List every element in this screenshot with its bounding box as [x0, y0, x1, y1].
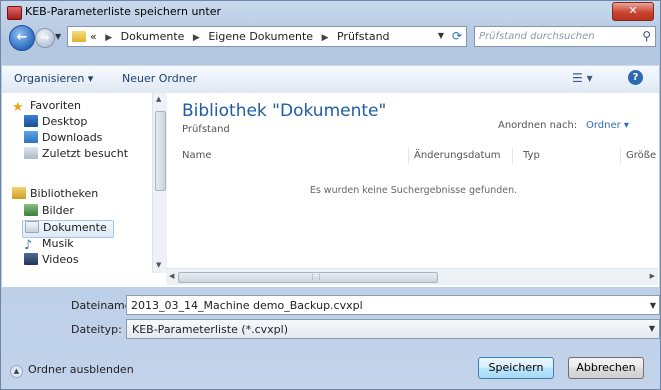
close-button[interactable]: ✕	[612, 2, 654, 21]
nav-item-desktop[interactable]: Desktop	[24, 115, 87, 131]
nav-label: Videos	[42, 253, 79, 266]
nav-item-music[interactable]: ♪ Musik	[24, 237, 74, 253]
nav-label: Musik	[42, 237, 74, 250]
search-icon[interactable]: ⚲	[642, 29, 651, 43]
nav-item-documents[interactable]: Dokumente	[22, 220, 114, 238]
title-bar: KEB-Parameterliste speichern unter ✕	[1, 1, 660, 23]
dialog-footer: ▲ Ordner ausblenden Speichern Abbrechen	[2, 347, 659, 389]
filename-label: Dateiname:	[71, 299, 136, 312]
filename-input[interactable]	[126, 295, 660, 315]
save-as-dialog: KEB-Parameterliste speichern unter ✕ ← →…	[0, 0, 661, 390]
scroll-thumb[interactable]: ⋮⋮	[178, 272, 438, 283]
horizontal-scrollbar[interactable]: ◀ ⋮⋮ ▶	[166, 268, 658, 285]
nav-item-favorites[interactable]: ★ Favoriten	[12, 99, 81, 115]
breadcrumb-separator-icon[interactable]: ▶	[105, 33, 112, 43]
column-header-size[interactable]: Größe	[626, 150, 656, 161]
filename-row: Dateiname: ▼	[1, 295, 661, 317]
library-subtitle: Prüfstand	[182, 124, 230, 135]
app-icon	[7, 6, 22, 20]
scroll-left-icon[interactable]: ◀	[169, 272, 174, 280]
folder-icon	[72, 31, 86, 42]
music-icon: ♪	[24, 238, 33, 253]
address-dropdown-icon[interactable]: ▼	[438, 31, 444, 40]
nav-item-pictures[interactable]: Bilder	[24, 204, 74, 220]
column-divider[interactable]	[408, 148, 409, 164]
hide-folders-toggle[interactable]: ▲ Ordner ausblenden	[10, 363, 134, 378]
scroll-up-icon[interactable]: ▲	[156, 95, 161, 103]
star-icon: ★	[12, 100, 24, 115]
nav-label: Downloads	[42, 131, 103, 144]
refresh-icon[interactable]: ⟳	[452, 29, 462, 43]
back-button[interactable]: ←	[9, 25, 35, 51]
nav-item-libraries[interactable]: Bibliotheken	[12, 187, 98, 203]
nav-label: Bibliotheken	[30, 187, 99, 200]
filetype-value: KEB-Parameterliste (*.cvxpl)	[132, 323, 289, 336]
command-bar: Organisieren ▾ Neuer Ordner ☰ ▾ ?	[2, 65, 659, 94]
forward-button[interactable]: →	[35, 28, 55, 48]
help-icon[interactable]: ?	[628, 70, 643, 85]
change-view-icon[interactable]: ☰ ▾	[572, 71, 593, 85]
navigation-scrollbar[interactable]: ▲ ▼	[152, 93, 167, 273]
breadcrumb-separator-icon[interactable]: ▶	[193, 33, 200, 43]
breadcrumb-item[interactable]: Prüfstand	[337, 30, 390, 43]
chevron-down-icon: ▼	[648, 324, 655, 333]
content-area: ★ Favoriten Desktop Downloads Zuletzt bes…	[2, 93, 659, 287]
filetype-label: Dateityp:	[71, 323, 122, 336]
nav-item-videos[interactable]: Videos	[24, 253, 79, 269]
nav-label: Desktop	[42, 115, 88, 128]
scroll-right-icon[interactable]: ▶	[650, 272, 655, 280]
column-header-name[interactable]: Name	[182, 150, 212, 161]
breadcrumb-separator-icon[interactable]: ▶	[322, 33, 329, 43]
breadcrumb-item[interactable]: Dokumente	[121, 30, 185, 43]
search-box: ⚲	[474, 26, 656, 47]
downloads-icon	[24, 131, 38, 143]
libraries-icon	[12, 187, 26, 199]
window-title: KEB-Parameterliste speichern unter	[25, 5, 221, 18]
column-divider[interactable]	[620, 148, 621, 164]
scroll-thumb[interactable]	[155, 111, 166, 191]
nav-label: Zuletzt besucht	[42, 147, 129, 160]
scroll-down-icon[interactable]: ▼	[156, 261, 161, 269]
history-dropdown-icon[interactable]: ▼	[55, 30, 65, 44]
cancel-button[interactable]: Abbrechen	[568, 357, 644, 379]
column-header-type[interactable]: Typ	[523, 150, 540, 161]
new-folder-button[interactable]: Neuer Ordner	[122, 72, 197, 85]
address-bar[interactable]: « ▶ Dokumente ▶ Eigene Dokumente ▶ Prüfs…	[67, 26, 467, 47]
library-title: Bibliothek "Dokumente"	[182, 101, 387, 121]
nav-label: Bilder	[42, 204, 74, 217]
nav-item-downloads[interactable]: Downloads	[24, 131, 102, 147]
nav-item-recent[interactable]: Zuletzt besucht	[24, 147, 128, 163]
empty-results-message: Es wurden keine Suchergebnisse gefunden.	[309, 185, 518, 196]
breadcrumb-overflow[interactable]: «	[90, 30, 97, 43]
search-input[interactable]	[479, 28, 629, 45]
grip-icon: ⋮⋮	[309, 273, 323, 281]
pictures-icon	[24, 204, 38, 216]
arrange-by-dropdown[interactable]: Ordner ▾	[586, 120, 629, 131]
filetype-select[interactable]: KEB-Parameterliste (*.cvxpl) ▼	[126, 319, 660, 339]
nav-label: Dokumente	[43, 221, 107, 234]
navigation-pane: ★ Favoriten Desktop Downloads Zuletzt bes…	[2, 93, 152, 287]
chevron-up-icon: ▲	[10, 365, 23, 378]
filetype-row: Dateityp: KEB-Parameterliste (*.cvxpl) ▼	[1, 319, 661, 341]
file-list-pane: Bibliothek "Dokumente" Prüfstand Anordne…	[166, 93, 659, 287]
breadcrumb: « ▶ Dokumente ▶ Eigene Dokumente ▶ Prüfs…	[90, 30, 390, 43]
recent-places-icon	[24, 147, 38, 159]
organize-button[interactable]: Organisieren ▾	[14, 72, 93, 85]
desktop-icon	[24, 115, 38, 127]
videos-icon	[24, 253, 38, 265]
nav-label: Favoriten	[30, 99, 81, 112]
column-divider[interactable]	[512, 148, 513, 164]
documents-icon	[25, 221, 39, 233]
breadcrumb-item[interactable]: Eigene Dokumente	[208, 30, 313, 43]
hide-folders-label: Ordner ausblenden	[28, 363, 134, 376]
save-button[interactable]: Speichern	[478, 357, 554, 379]
navigation-row: ← → ▼ « ▶ Dokumente ▶ Eigene Dokumente ▶…	[7, 25, 656, 51]
arrange-by-label: Anordnen nach:	[498, 120, 578, 131]
column-header-modified[interactable]: Änderungsdatum	[414, 150, 501, 161]
filename-dropdown-icon[interactable]: ▼	[650, 301, 656, 310]
